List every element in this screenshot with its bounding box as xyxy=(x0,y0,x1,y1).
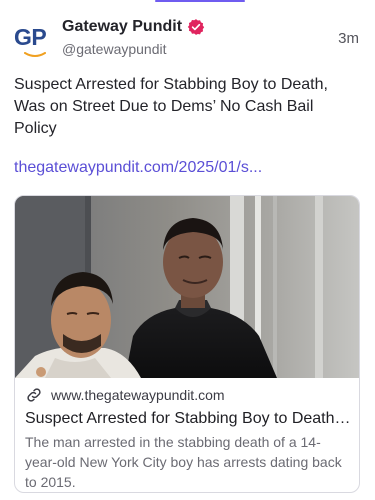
avatar-logo-text: GP xyxy=(14,24,47,50)
verified-badge-icon[interactable] xyxy=(187,18,205,36)
card-description: The man arrested in the stabbing death o… xyxy=(25,434,342,490)
author-name-row: Gateway Pundit xyxy=(62,16,205,38)
link-preview-card[interactable]: www.thegatewaypundit.com Suspect Arreste… xyxy=(14,195,360,493)
card-domain-row: www.thegatewaypundit.com xyxy=(25,386,351,404)
card-image xyxy=(15,196,359,378)
post-link[interactable]: thegatewaypundit.com/2025/01/s... xyxy=(14,159,262,177)
author-display-name[interactable]: Gateway Pundit xyxy=(62,18,182,36)
card-title[interactable]: Suspect Arrested for Stabbing Boy to Dea… xyxy=(25,408,351,430)
link-icon xyxy=(27,388,41,402)
post-header: GP Gateway Pundit @gatewaypundit 3m xyxy=(14,14,361,62)
avatar[interactable]: GP xyxy=(14,20,52,58)
top-indicator xyxy=(155,0,245,2)
author-handle[interactable]: @gatewaypundit xyxy=(62,41,205,57)
post-text: Suspect Arrested for Stabbing Boy to Dea… xyxy=(14,76,328,137)
post-timestamp: 3m xyxy=(338,30,359,47)
author-info: Gateway Pundit @gatewaypundit xyxy=(62,16,205,57)
avatar-swoosh-icon xyxy=(24,52,46,57)
card-meta: www.thegatewaypundit.com Suspect Arreste… xyxy=(15,378,359,492)
card-domain: www.thegatewaypundit.com xyxy=(51,387,225,403)
